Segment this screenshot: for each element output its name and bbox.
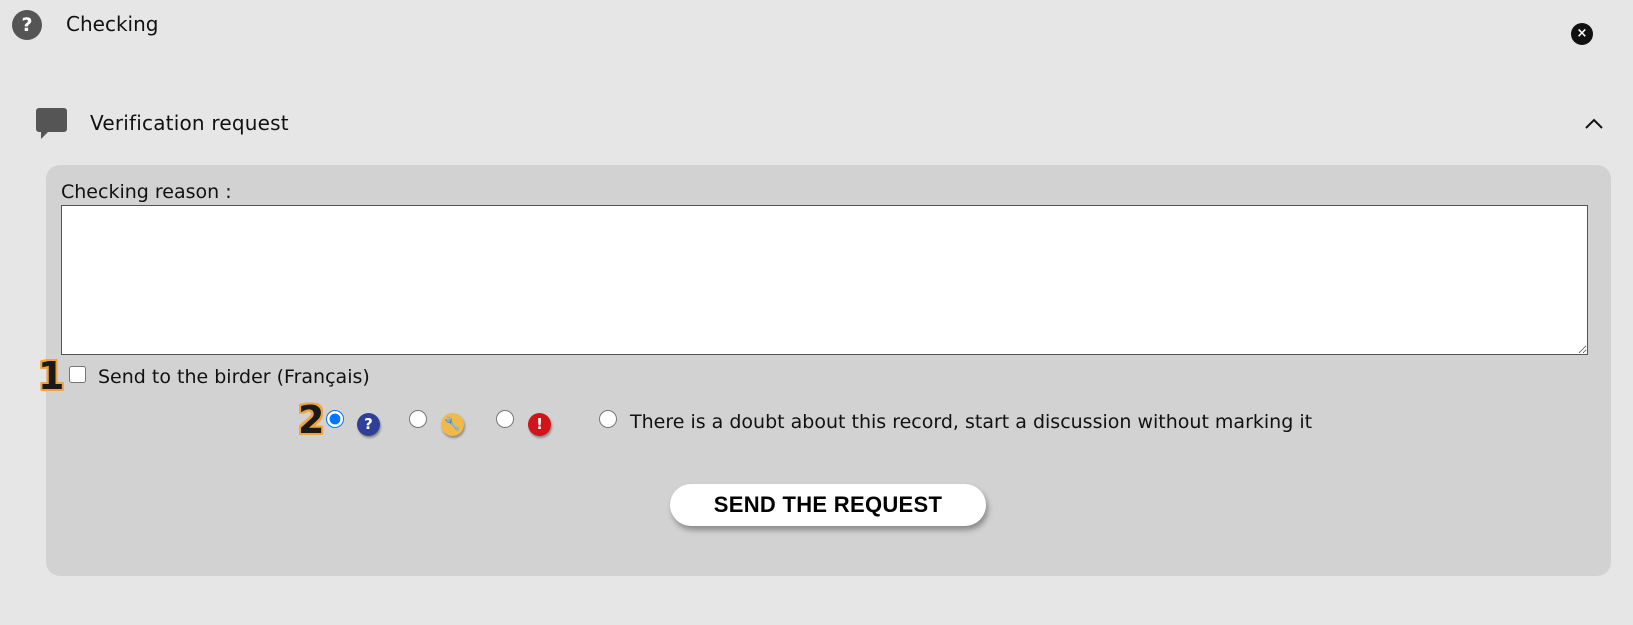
- checking-reason-label: Checking reason :: [61, 181, 232, 203]
- status-radio-doubt[interactable]: [599, 410, 617, 428]
- verification-panel: Checking reason : 1 Send to the birder (…: [38, 165, 1611, 576]
- verification-section-header[interactable]: Verification request: [36, 104, 1606, 144]
- status-radio-alert[interactable]: [496, 410, 514, 428]
- status-radio-group: ? 🔧 ! There is a doubt about this record…: [46, 409, 1546, 439]
- step-marker-1: 1: [38, 354, 65, 398]
- question-icon: ?: [357, 413, 380, 436]
- alert-icon: !: [528, 413, 551, 436]
- status-radio-wrench[interactable]: [409, 410, 427, 428]
- dialog-title: Checking: [66, 12, 159, 36]
- close-icon[interactable]: ×: [1571, 23, 1593, 45]
- chat-bubble-icon: [36, 108, 67, 139]
- doubt-option-label: There is a doubt about this record, star…: [630, 411, 1313, 433]
- verification-dialog: ? Checking × Verification request Checki…: [0, 0, 1633, 625]
- checking-reason-textarea[interactable]: [61, 205, 1588, 355]
- send-request-button[interactable]: SEND THE REQUEST: [670, 484, 986, 526]
- send-to-birder-checkbox[interactable]: [69, 366, 86, 383]
- send-to-birder-label: Send to the birder (Français): [98, 366, 370, 388]
- section-title: Verification request: [90, 111, 289, 135]
- wrench-icon: 🔧: [441, 413, 464, 436]
- status-radio-question[interactable]: [326, 410, 344, 428]
- chevron-up-icon[interactable]: [1584, 116, 1604, 130]
- help-icon[interactable]: ?: [12, 10, 42, 40]
